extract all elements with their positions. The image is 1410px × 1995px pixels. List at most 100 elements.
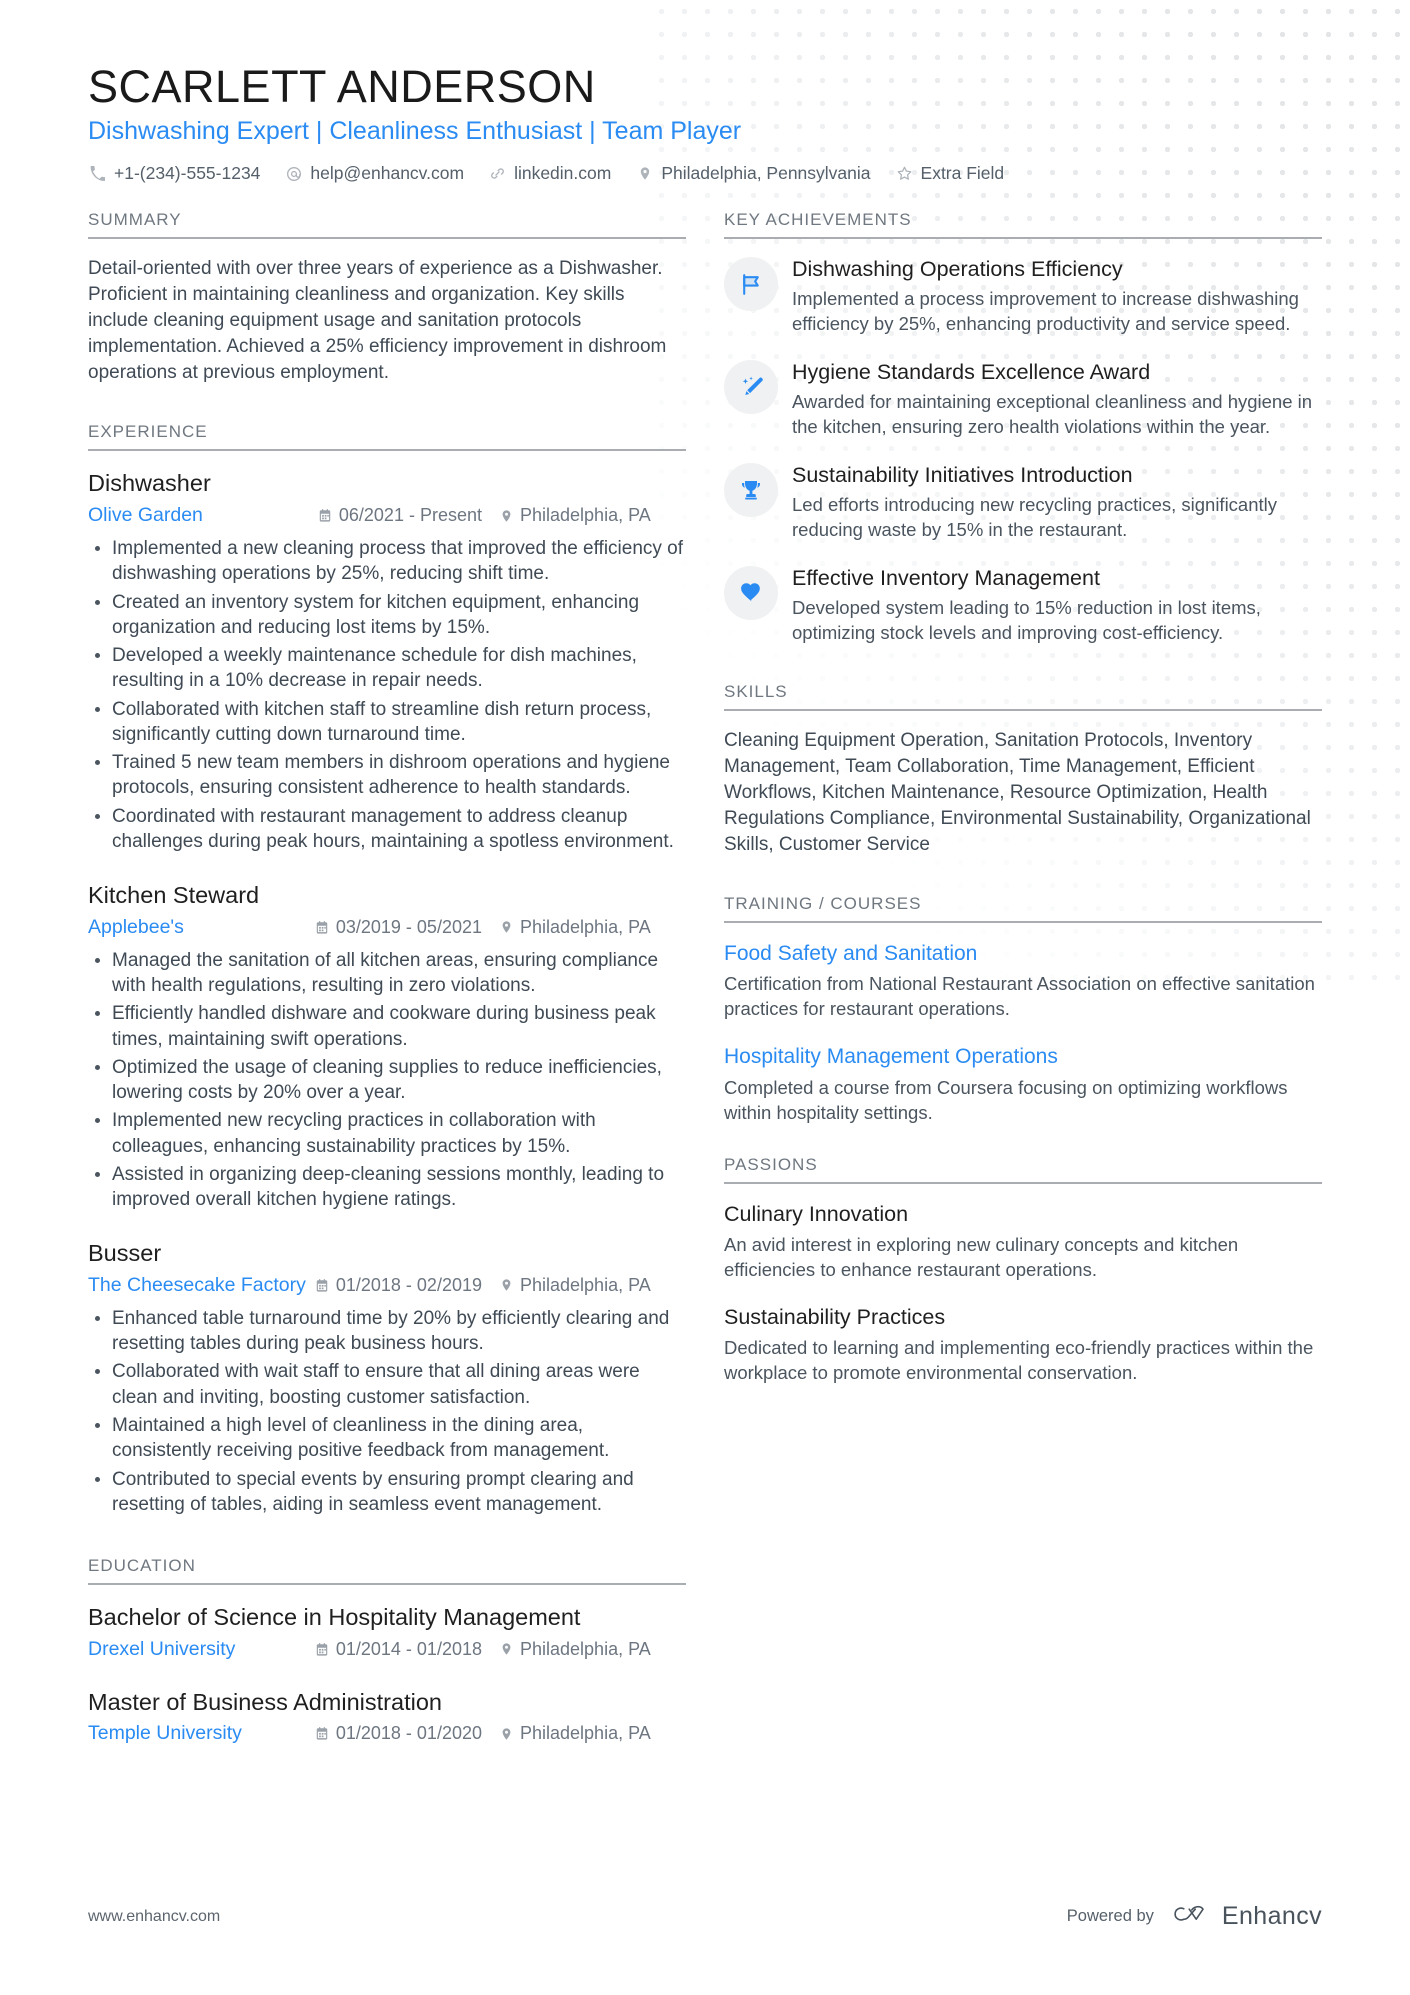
achievement-title: Sustainability Initiatives Introduction [792, 463, 1133, 488]
contact-email-value: help@enhancv.com [310, 163, 465, 184]
education-location-value: Philadelphia, PA [520, 1638, 651, 1659]
experience-date-value: 03/2019 - 05/2021 [335, 916, 482, 937]
contact-row: +1-(234)-555-1234 help@enhancv.com linke… [88, 163, 1322, 184]
contact-email[interactable]: help@enhancv.com [284, 163, 464, 184]
education-date: 01/2014 - 01/2018 [315, 1639, 500, 1660]
achievement-description: Led efforts introducing new recycling pr… [792, 493, 1278, 540]
experience-bullets: Implemented a new cleaning process that … [88, 536, 686, 854]
contact-location-value: Philadelphia, Pennsylvania [661, 163, 871, 184]
course-item: Food Safety and Sanitation Certification… [724, 940, 1322, 1022]
heart-icon [739, 580, 764, 605]
contact-link-value: linkedin.com [514, 163, 612, 184]
achievement-body: Dishwashing Operations Efficiency Implem… [792, 256, 1322, 337]
course-title[interactable]: Food Safety and Sanitation [724, 940, 1322, 967]
flag-icon [739, 272, 764, 297]
experience-date: 03/2019 - 05/2021 [315, 917, 500, 938]
section-divider [88, 1583, 686, 1586]
section-education: EDUCATION Bachelor of Science in Hospita… [88, 1556, 686, 1745]
education-degree: Bachelor of Science in Hospitality Manag… [88, 1604, 581, 1631]
bullet-item: Efficiently handled dishware and cookwar… [88, 1001, 686, 1052]
summary-text: Detail-oriented with over three years of… [88, 258, 667, 384]
passion-description: An avid interest in exploring new culina… [724, 1233, 1239, 1281]
section-title-passions: PASSIONS [724, 1154, 818, 1174]
achievement-description: Implemented a process improvement to inc… [792, 288, 1299, 335]
calendar-icon [315, 1726, 329, 1741]
bullet-item: Implemented a new cleaning process that … [88, 536, 686, 587]
contact-location[interactable]: Philadelphia, Pennsylvania [635, 163, 871, 184]
resume-footer: www.enhancv.com Powered by Enhancv [88, 1900, 1322, 1933]
bullet-item: Maintained a high level of cleanliness i… [88, 1413, 686, 1464]
email-icon [284, 166, 303, 182]
experience-company[interactable]: Applebee's [88, 916, 184, 939]
experience-location: Philadelphia, PA [500, 917, 686, 938]
education-location-value: Philadelphia, PA [520, 1723, 651, 1744]
bullet-item: Collaborated with wait staff to ensure t… [88, 1359, 686, 1410]
section-passions: PASSIONS Culinary Innovation An avid int… [724, 1155, 1322, 1386]
education-entry: Master of Business Administration Temple… [88, 1687, 686, 1746]
section-title-training: TRAINING / COURSES [724, 893, 922, 913]
candidate-headline: Dishwashing Expert | Cleanliness Enthusi… [88, 117, 742, 146]
achievement-description: Awarded for maintaining exceptional clea… [792, 391, 1313, 438]
right-column: KEY ACHIEVEMENTS Dishwashing Operations … [724, 210, 1322, 1385]
experience-location: Philadelphia, PA [500, 1275, 686, 1296]
section-title-key-achievements: KEY ACHIEVEMENTS [724, 210, 912, 230]
location-icon [500, 1641, 513, 1657]
footer-website-url[interactable]: www.enhancv.com [88, 1908, 220, 1926]
experience-entry: Kitchen Steward Applebee's 03/2019 - 05/… [88, 880, 686, 1212]
link-icon [488, 166, 507, 181]
contact-extra-field[interactable]: Extra Field [895, 163, 1005, 184]
bullet-item: Collaborated with kitchen staff to strea… [88, 697, 686, 748]
experience-location: Philadelphia, PA [500, 505, 686, 526]
section-title-experience: EXPERIENCE [88, 422, 208, 442]
education-date: 01/2018 - 01/2020 [315, 1723, 500, 1744]
course-description: Completed a course from Coursera focusin… [724, 1076, 1288, 1123]
bullet-item: Trained 5 new team members in dishroom o… [88, 750, 686, 801]
bullet-item: Contributed to special events by ensurin… [88, 1467, 686, 1518]
contact-extra-field-value: Extra Field [920, 163, 1005, 184]
footer-branding: Powered by Enhancv [1067, 1900, 1322, 1933]
section-divider [724, 920, 1322, 923]
achievement-body: Sustainability Initiatives Introduction … [792, 462, 1322, 543]
contact-phone[interactable]: +1-(234)-555-1234 [88, 163, 260, 184]
bullet-item: Coordinated with restaurant management t… [88, 804, 686, 855]
education-meta: Temple University 01/2018 - 01/2020 Phil… [88, 1722, 686, 1745]
section-divider [724, 237, 1322, 240]
experience-role: Busser [88, 1240, 162, 1267]
experience-location-value: Philadelphia, PA [520, 916, 651, 937]
bullet-item: Created an inventory system for kitchen … [88, 590, 686, 641]
experience-company[interactable]: Olive Garden [88, 504, 203, 527]
trophy-icon [739, 478, 763, 502]
passion-title: Culinary Innovation [724, 1201, 909, 1226]
course-title[interactable]: Hospitality Management Operations [724, 1043, 1322, 1070]
education-location: Philadelphia, PA [500, 1723, 686, 1744]
passion-item: Sustainability Practices Dedicated to le… [724, 1304, 1322, 1385]
section-title-skills: SKILLS [724, 681, 788, 701]
achievement-title: Dishwashing Operations Efficiency [792, 257, 1123, 282]
location-icon [500, 919, 513, 935]
enhancv-brand[interactable]: Enhancv [1168, 1900, 1322, 1933]
experience-entry: Dishwasher Olive Garden 06/2021 - Presen… [88, 468, 686, 854]
experience-meta: Applebee's 03/2019 - 05/2021 Philadelphi… [88, 916, 686, 939]
achievement-badge [724, 257, 778, 312]
experience-role: Dishwasher [88, 470, 211, 497]
contact-link[interactable]: linkedin.com [488, 163, 611, 184]
experience-company[interactable]: The Cheesecake Factory [88, 1274, 306, 1297]
education-date-value: 01/2018 - 01/2020 [335, 1723, 482, 1744]
section-training-courses: TRAINING / COURSES Food Safety and Sanit… [724, 894, 1322, 1125]
education-meta: Drexel University 01/2014 - 01/2018 Phil… [88, 1638, 686, 1661]
passion-item: Culinary Innovation An avid interest in … [724, 1201, 1322, 1282]
education-school[interactable]: Drexel University [88, 1638, 235, 1661]
resume-page: SCARLETT ANDERSON Dishwashing Expert | C… [0, 0, 1410, 1995]
achievement-item: Dishwashing Operations Efficiency Implem… [724, 256, 1322, 337]
experience-location-value: Philadelphia, PA [520, 1274, 651, 1295]
experience-entry: Busser The Cheesecake Factory 01/2018 - … [88, 1238, 686, 1517]
location-icon [500, 1277, 513, 1293]
education-school[interactable]: Temple University [88, 1722, 242, 1745]
candidate-name: SCARLETT ANDERSON [88, 61, 596, 112]
passion-title: Sustainability Practices [724, 1305, 946, 1330]
calendar-icon [315, 1642, 329, 1657]
experience-date: 01/2018 - 02/2019 [315, 1275, 500, 1296]
